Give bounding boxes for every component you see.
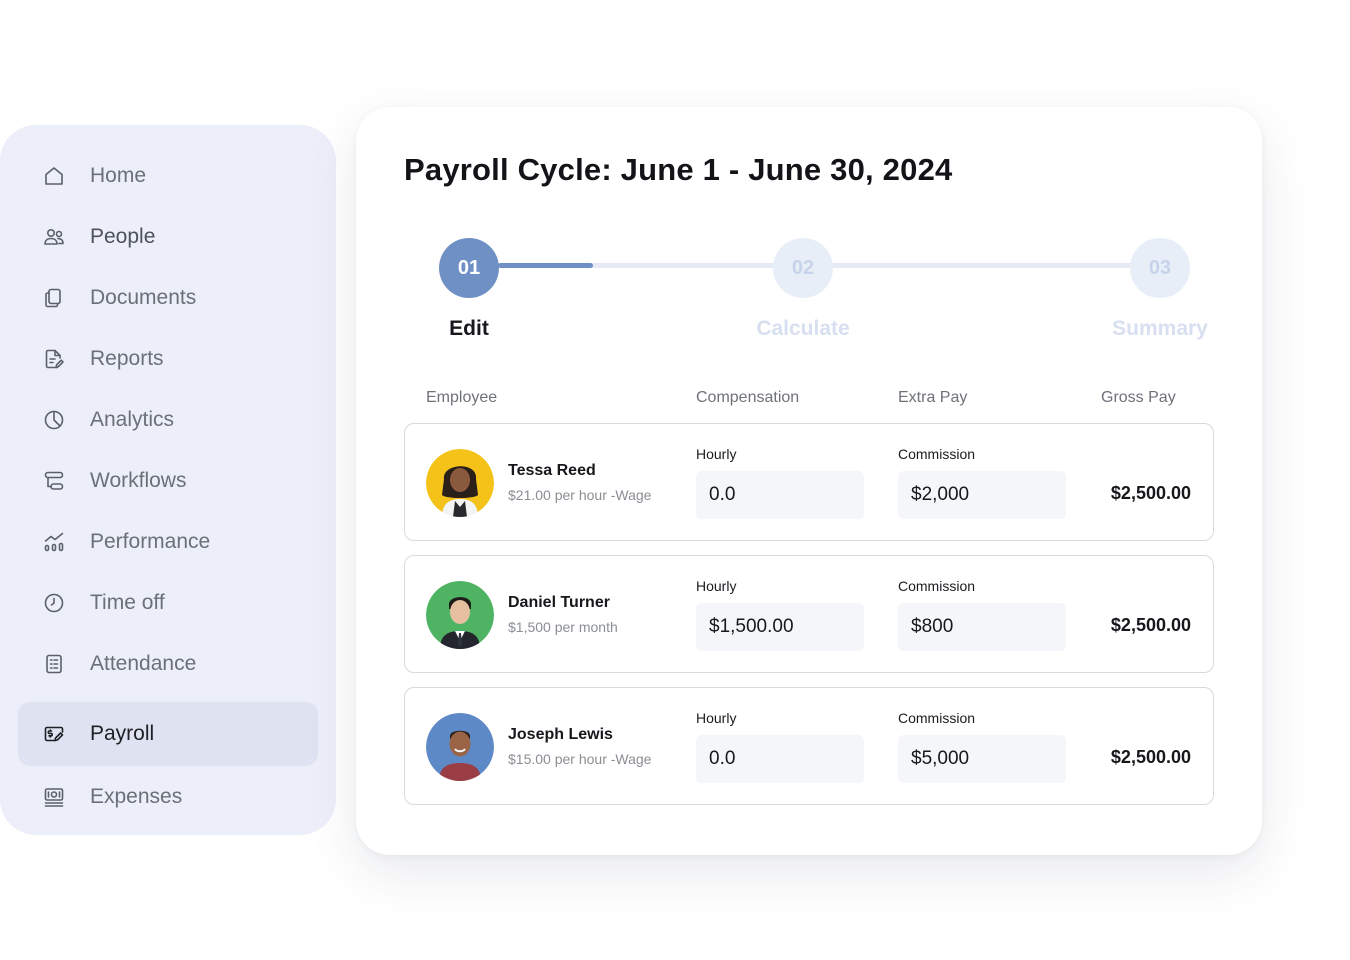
table-row[interactable]: Tessa Reed $21.00 per hour -Wage Hourly … [404, 423, 1214, 541]
stepper-progress [498, 263, 593, 268]
avatar-portrait [426, 449, 494, 517]
sidebar-item-label: Attendance [90, 651, 197, 675]
page-title: Payroll Cycle: June 1 - June 30, 2024 [404, 152, 953, 187]
step-1-circle[interactable]: 01 [439, 238, 499, 298]
sidebar-item-workflows[interactable]: Workflows [18, 450, 318, 511]
reports-icon [42, 347, 66, 371]
workflow-icon [42, 469, 66, 493]
sidebar-item-attendance[interactable]: Attendance [18, 633, 318, 694]
app-stage: Home People Documents Reports Analytics [0, 0, 1350, 960]
compensation-label: Hourly [696, 710, 737, 726]
extra-pay-label: Commission [898, 446, 976, 462]
extra-pay-label: Commission [898, 710, 976, 726]
sidebar-item-label: People [90, 224, 156, 248]
clock-icon [42, 591, 66, 615]
table-row[interactable]: Joseph Lewis $15.00 per hour -Wage Hourl… [404, 687, 1214, 805]
sidebar-item-label: Time off [90, 590, 165, 614]
sidebar-item-label: Home [90, 163, 147, 187]
documents-icon [42, 286, 66, 310]
step-2-circle[interactable]: 02 [773, 238, 833, 298]
payroll-card: Payroll Cycle: June 1 - June 30, 2024 01… [356, 107, 1262, 855]
avatar [426, 449, 494, 517]
home-icon [42, 164, 66, 188]
sidebar-item-payroll[interactable]: Payroll [18, 702, 318, 766]
sidebar-item-time-off[interactable]: Time off [18, 572, 318, 633]
people-icon [42, 225, 66, 249]
sidebar-item-documents[interactable]: Documents [18, 267, 318, 328]
sidebar-item-label: Analytics [90, 407, 175, 431]
column-header-employee: Employee [426, 389, 498, 406]
employee-rate: $1,500 per month [508, 619, 618, 635]
employee-name: Joseph Lewis [508, 726, 613, 743]
compensation-input[interactable]: $1,500.00 [696, 603, 864, 651]
employee-rate: $15.00 per hour -Wage [508, 751, 652, 767]
expenses-icon [42, 785, 66, 809]
employee-name: Daniel Turner [508, 594, 610, 611]
extra-pay-label: Commission [898, 578, 976, 594]
compensation-label: Hourly [696, 446, 737, 462]
pie-chart-icon [42, 408, 66, 432]
sidebar-item-label: Documents [90, 285, 197, 309]
extra-pay-input[interactable]: $800 [898, 603, 1066, 651]
compensation-input[interactable]: 0.0 [696, 735, 864, 783]
sidebar-item-label: Workflows [90, 468, 187, 492]
sidebar-item-home[interactable]: Home [18, 145, 318, 206]
sidebar-item-label: Expenses [90, 784, 183, 808]
sidebar-item-label: Reports [90, 346, 164, 370]
column-header-extra-pay: Extra Pay [898, 389, 968, 406]
employee-rate: $21.00 per hour -Wage [508, 487, 652, 503]
compensation-label: Hourly [696, 578, 737, 594]
sidebar-item-people[interactable]: People [18, 206, 318, 267]
sidebar-item-performance[interactable]: Performance [18, 511, 318, 572]
sidebar-item-reports[interactable]: Reports [18, 328, 318, 389]
step-3-label[interactable]: Summary [1112, 317, 1208, 341]
employee-name: Tessa Reed [508, 462, 596, 479]
step-1-label[interactable]: Edit [449, 317, 489, 341]
avatar [426, 581, 494, 649]
compensation-input[interactable]: 0.0 [696, 471, 864, 519]
sidebar-item-label: Payroll [90, 722, 155, 745]
avatar-portrait [426, 713, 494, 781]
step-2-label[interactable]: Calculate [756, 317, 849, 341]
extra-pay-input[interactable]: $5,000 [898, 735, 1066, 783]
gross-pay-value: $2,500.00 [1110, 747, 1191, 767]
sidebar-item-analytics[interactable]: Analytics [18, 389, 318, 450]
performance-icon [42, 530, 66, 554]
attendance-icon [42, 652, 66, 676]
column-header-compensation: Compensation [696, 389, 800, 406]
avatar-portrait [426, 581, 494, 649]
extra-pay-input[interactable]: $2,000 [898, 471, 1066, 519]
gross-pay-value: $2,500.00 [1110, 483, 1191, 503]
sidebar-item-label: Performance [90, 529, 211, 553]
step-3-circle[interactable]: 03 [1130, 238, 1190, 298]
payroll-icon [42, 722, 66, 746]
column-header-gross-pay: Gross Pay [1101, 389, 1176, 406]
gross-pay-value: $2,500.00 [1110, 615, 1191, 635]
sidebar: Home People Documents Reports Analytics [0, 125, 336, 835]
sidebar-item-expenses[interactable]: Expenses [18, 766, 318, 827]
avatar [426, 713, 494, 781]
table-row[interactable]: Daniel Turner $1,500 per month Hourly $1… [404, 555, 1214, 673]
